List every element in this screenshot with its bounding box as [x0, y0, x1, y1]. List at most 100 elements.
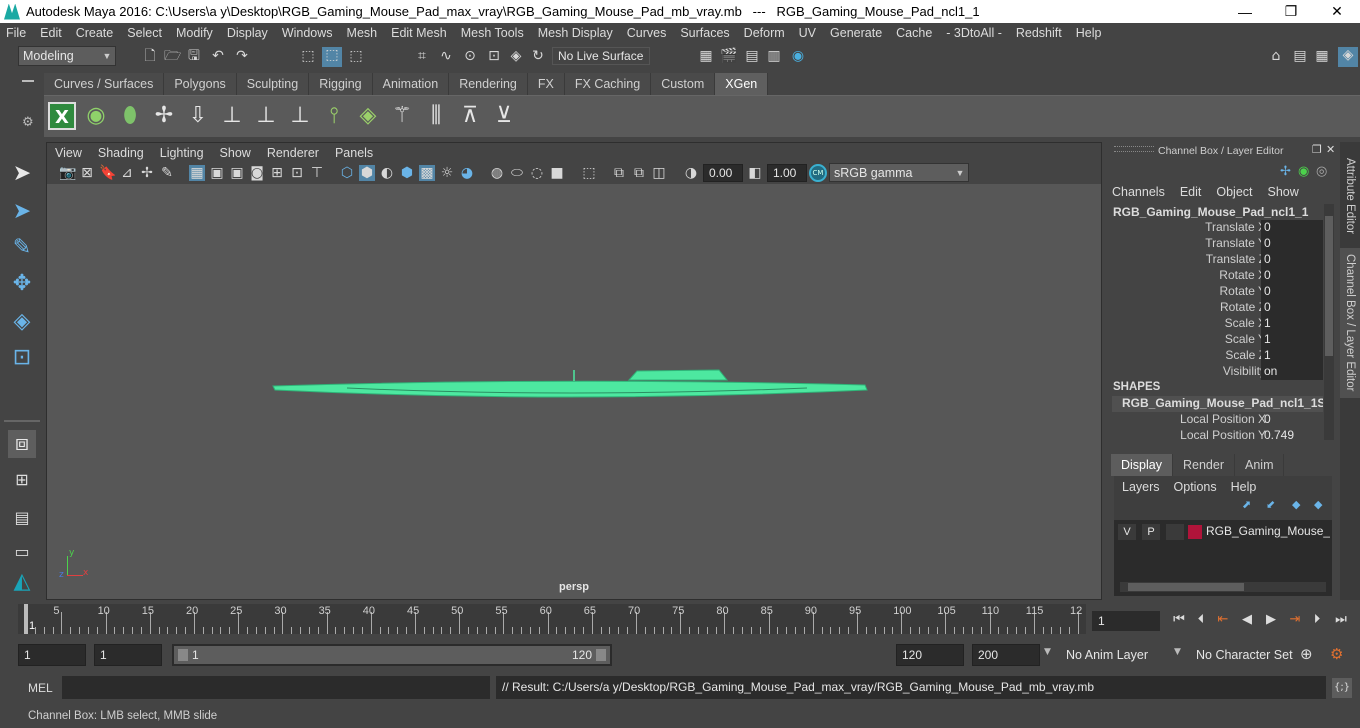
go-to-start-icon[interactable]: ⏮: [1170, 610, 1188, 630]
layer-tab-anim[interactable]: Anim: [1235, 454, 1285, 476]
menu-mesh[interactable]: Mesh: [347, 26, 378, 40]
animation-start-field[interactable]: 1: [18, 644, 86, 666]
save-scene-icon[interactable]: 🖫: [186, 48, 202, 64]
viewport-menu-shading[interactable]: Shading: [98, 146, 144, 160]
layer-color-swatch[interactable]: [1188, 525, 1202, 539]
outliner-layout-icon[interactable]: ▤: [8, 504, 36, 532]
anim-layer-dropdown[interactable]: No Anim Layer: [1062, 644, 1164, 666]
color-management-icon[interactable]: CM: [809, 164, 827, 182]
isolate-select-icon[interactable]: ⬚: [581, 165, 597, 181]
shelf-tab-xgen[interactable]: XGen: [715, 73, 769, 95]
attribute-editor-toggle-icon[interactable]: ▦: [1314, 48, 1330, 64]
move-layer-up-icon[interactable]: ⬈: [1242, 498, 1251, 511]
shadows-icon[interactable]: ◕: [459, 165, 475, 181]
layer-horizontal-scrollbar[interactable]: [1120, 582, 1326, 592]
attr-visibility[interactable]: Visibility on: [1108, 364, 1323, 380]
grid-toggle-icon[interactable]: ▦: [189, 165, 205, 181]
xray-joints-icon[interactable]: ⧉: [611, 165, 627, 181]
smooth-shade-icon[interactable]: ⬢: [359, 165, 375, 181]
maximize-button[interactable]: ❐: [1268, 0, 1314, 23]
channel-box-scrollbar[interactable]: [1324, 204, 1334, 440]
new-scene-icon[interactable]: 🗋: [142, 48, 158, 64]
paint-select-tool-icon[interactable]: ✎: [8, 234, 36, 262]
grease-pencil-icon[interactable]: ✎: [159, 165, 175, 181]
redo-icon[interactable]: ↷: [234, 48, 250, 64]
make-live-icon[interactable]: ↻: [530, 48, 546, 64]
step-forward-frame-icon[interactable]: ⏵: [1308, 610, 1326, 630]
render-view-icon[interactable]: ▦: [698, 48, 714, 64]
modeling-toolkit-icon[interactable]: ▤: [1292, 48, 1308, 64]
layer-visibility-toggle[interactable]: V: [1118, 524, 1136, 540]
menu-mesh-tools[interactable]: Mesh Tools: [461, 26, 524, 40]
shelf-tab-custom[interactable]: Custom: [651, 73, 716, 95]
snap-point-icon[interactable]: ⊙: [462, 48, 478, 64]
camera-attributes-icon[interactable]: ⊠: [79, 165, 95, 181]
step-back-key-icon[interactable]: ⇤: [1214, 610, 1232, 630]
layer-playback-toggle[interactable]: P: [1142, 524, 1160, 540]
render-frame-icon[interactable]: 🎬: [720, 48, 737, 64]
xgen-groom-icon[interactable]: ⫼: [422, 102, 450, 130]
shelf-tab-sculpting[interactable]: Sculpting: [236, 73, 310, 95]
open-scene-icon[interactable]: 🗁: [164, 48, 181, 64]
field-chart-icon[interactable]: ⊞: [269, 165, 285, 181]
play-backward-icon[interactable]: ◀: [1238, 610, 1256, 630]
menu-cache[interactable]: Cache: [896, 26, 932, 40]
playback-start-field[interactable]: 1: [94, 644, 162, 666]
hypershade-icon[interactable]: ◉: [790, 48, 806, 64]
layer-name[interactable]: RGB_Gaming_Mouse_Pad: [1206, 524, 1330, 538]
chevron-down-icon[interactable]: ▼: [1174, 647, 1181, 657]
move-pivot-icon[interactable]: ✢: [1280, 164, 1291, 179]
attr-rotate-x[interactable]: Rotate X0: [1108, 268, 1323, 284]
mel-label[interactable]: MEL: [28, 681, 53, 695]
scrollbar-thumb[interactable]: [1128, 583, 1244, 591]
attr-translate-x[interactable]: Translate X0: [1108, 220, 1323, 236]
step-back-frame-icon[interactable]: ⏴: [1192, 610, 1210, 630]
channel-box-toggle-icon[interactable]: ◈: [1338, 47, 1358, 67]
select-component-icon[interactable]: ⬚: [348, 48, 364, 64]
depth-of-field-icon[interactable]: ■: [549, 165, 565, 181]
safe-title-icon[interactable]: ⊤: [309, 165, 325, 181]
attr-rotate-y[interactable]: Rotate Y0: [1108, 284, 1323, 300]
step-forward-key-icon[interactable]: ⇥: [1286, 610, 1304, 630]
attr-scale-x[interactable]: Scale X1: [1108, 316, 1323, 332]
go-to-end-icon[interactable]: ⏭: [1332, 610, 1350, 630]
viewport-canvas[interactable]: y x z persp: [47, 184, 1101, 599]
select-hierarchy-icon[interactable]: ⬚: [300, 48, 316, 64]
scale-pivot-icon[interactable]: ◎: [1316, 164, 1327, 179]
snap-curve-icon[interactable]: ∿: [438, 48, 454, 64]
auto-key-icon[interactable]: ⊕: [1300, 645, 1313, 663]
safe-action-icon[interactable]: ⊡: [289, 165, 305, 181]
move-layer-down-icon[interactable]: ⬋: [1266, 498, 1275, 511]
wireframe-on-shaded-icon[interactable]: ◐: [379, 165, 395, 181]
menu-surfaces[interactable]: Surfaces: [680, 26, 729, 40]
play-forward-icon[interactable]: ▶: [1262, 610, 1280, 630]
gate-mask-icon[interactable]: ◙: [249, 165, 265, 181]
layer-menu-help[interactable]: Help: [1231, 480, 1257, 494]
cb-menu-show[interactable]: Show: [1268, 185, 1299, 199]
xgen-guide-view-icon[interactable]: ⊥: [252, 102, 280, 130]
animation-end-field[interactable]: 200: [972, 644, 1040, 666]
exposure-icon[interactable]: ◑: [683, 165, 699, 181]
menu-create[interactable]: Create: [76, 26, 114, 40]
attr-translate-z[interactable]: Translate Z0: [1108, 252, 1323, 268]
menu-redshift[interactable]: Redshift: [1016, 26, 1062, 40]
four-view-layout-icon[interactable]: ⊞: [8, 466, 36, 494]
resolution-gate-icon[interactable]: ▣: [229, 165, 245, 181]
layer-tab-render[interactable]: Render: [1173, 454, 1235, 476]
float-panel-icon[interactable]: ❐: [1312, 143, 1322, 156]
image-plane-icon[interactable]: ⊿: [119, 165, 135, 181]
menu-edit-mesh[interactable]: Edit Mesh: [391, 26, 447, 40]
lasso-tool-icon[interactable]: ➤: [8, 198, 36, 226]
close-panel-icon[interactable]: ✕: [1326, 143, 1335, 156]
range-slider-bar[interactable]: 1 120: [174, 646, 610, 664]
range-start-handle[interactable]: [178, 649, 188, 661]
workspace-icon[interactable]: ⌂: [1268, 48, 1284, 64]
range-slider[interactable]: 1 120: [172, 644, 612, 666]
ipr-render-icon[interactable]: ▤: [744, 48, 760, 64]
select-object-icon[interactable]: ⬚: [322, 47, 342, 67]
live-surface-field[interactable]: No Live Surface: [552, 47, 650, 65]
shelf-tab-fx[interactable]: FX: [527, 73, 565, 95]
xgen-editor-icon[interactable]: X: [48, 102, 76, 130]
cb-menu-object[interactable]: Object: [1216, 185, 1252, 199]
anti-aliasing-icon[interactable]: ◌: [529, 165, 545, 181]
